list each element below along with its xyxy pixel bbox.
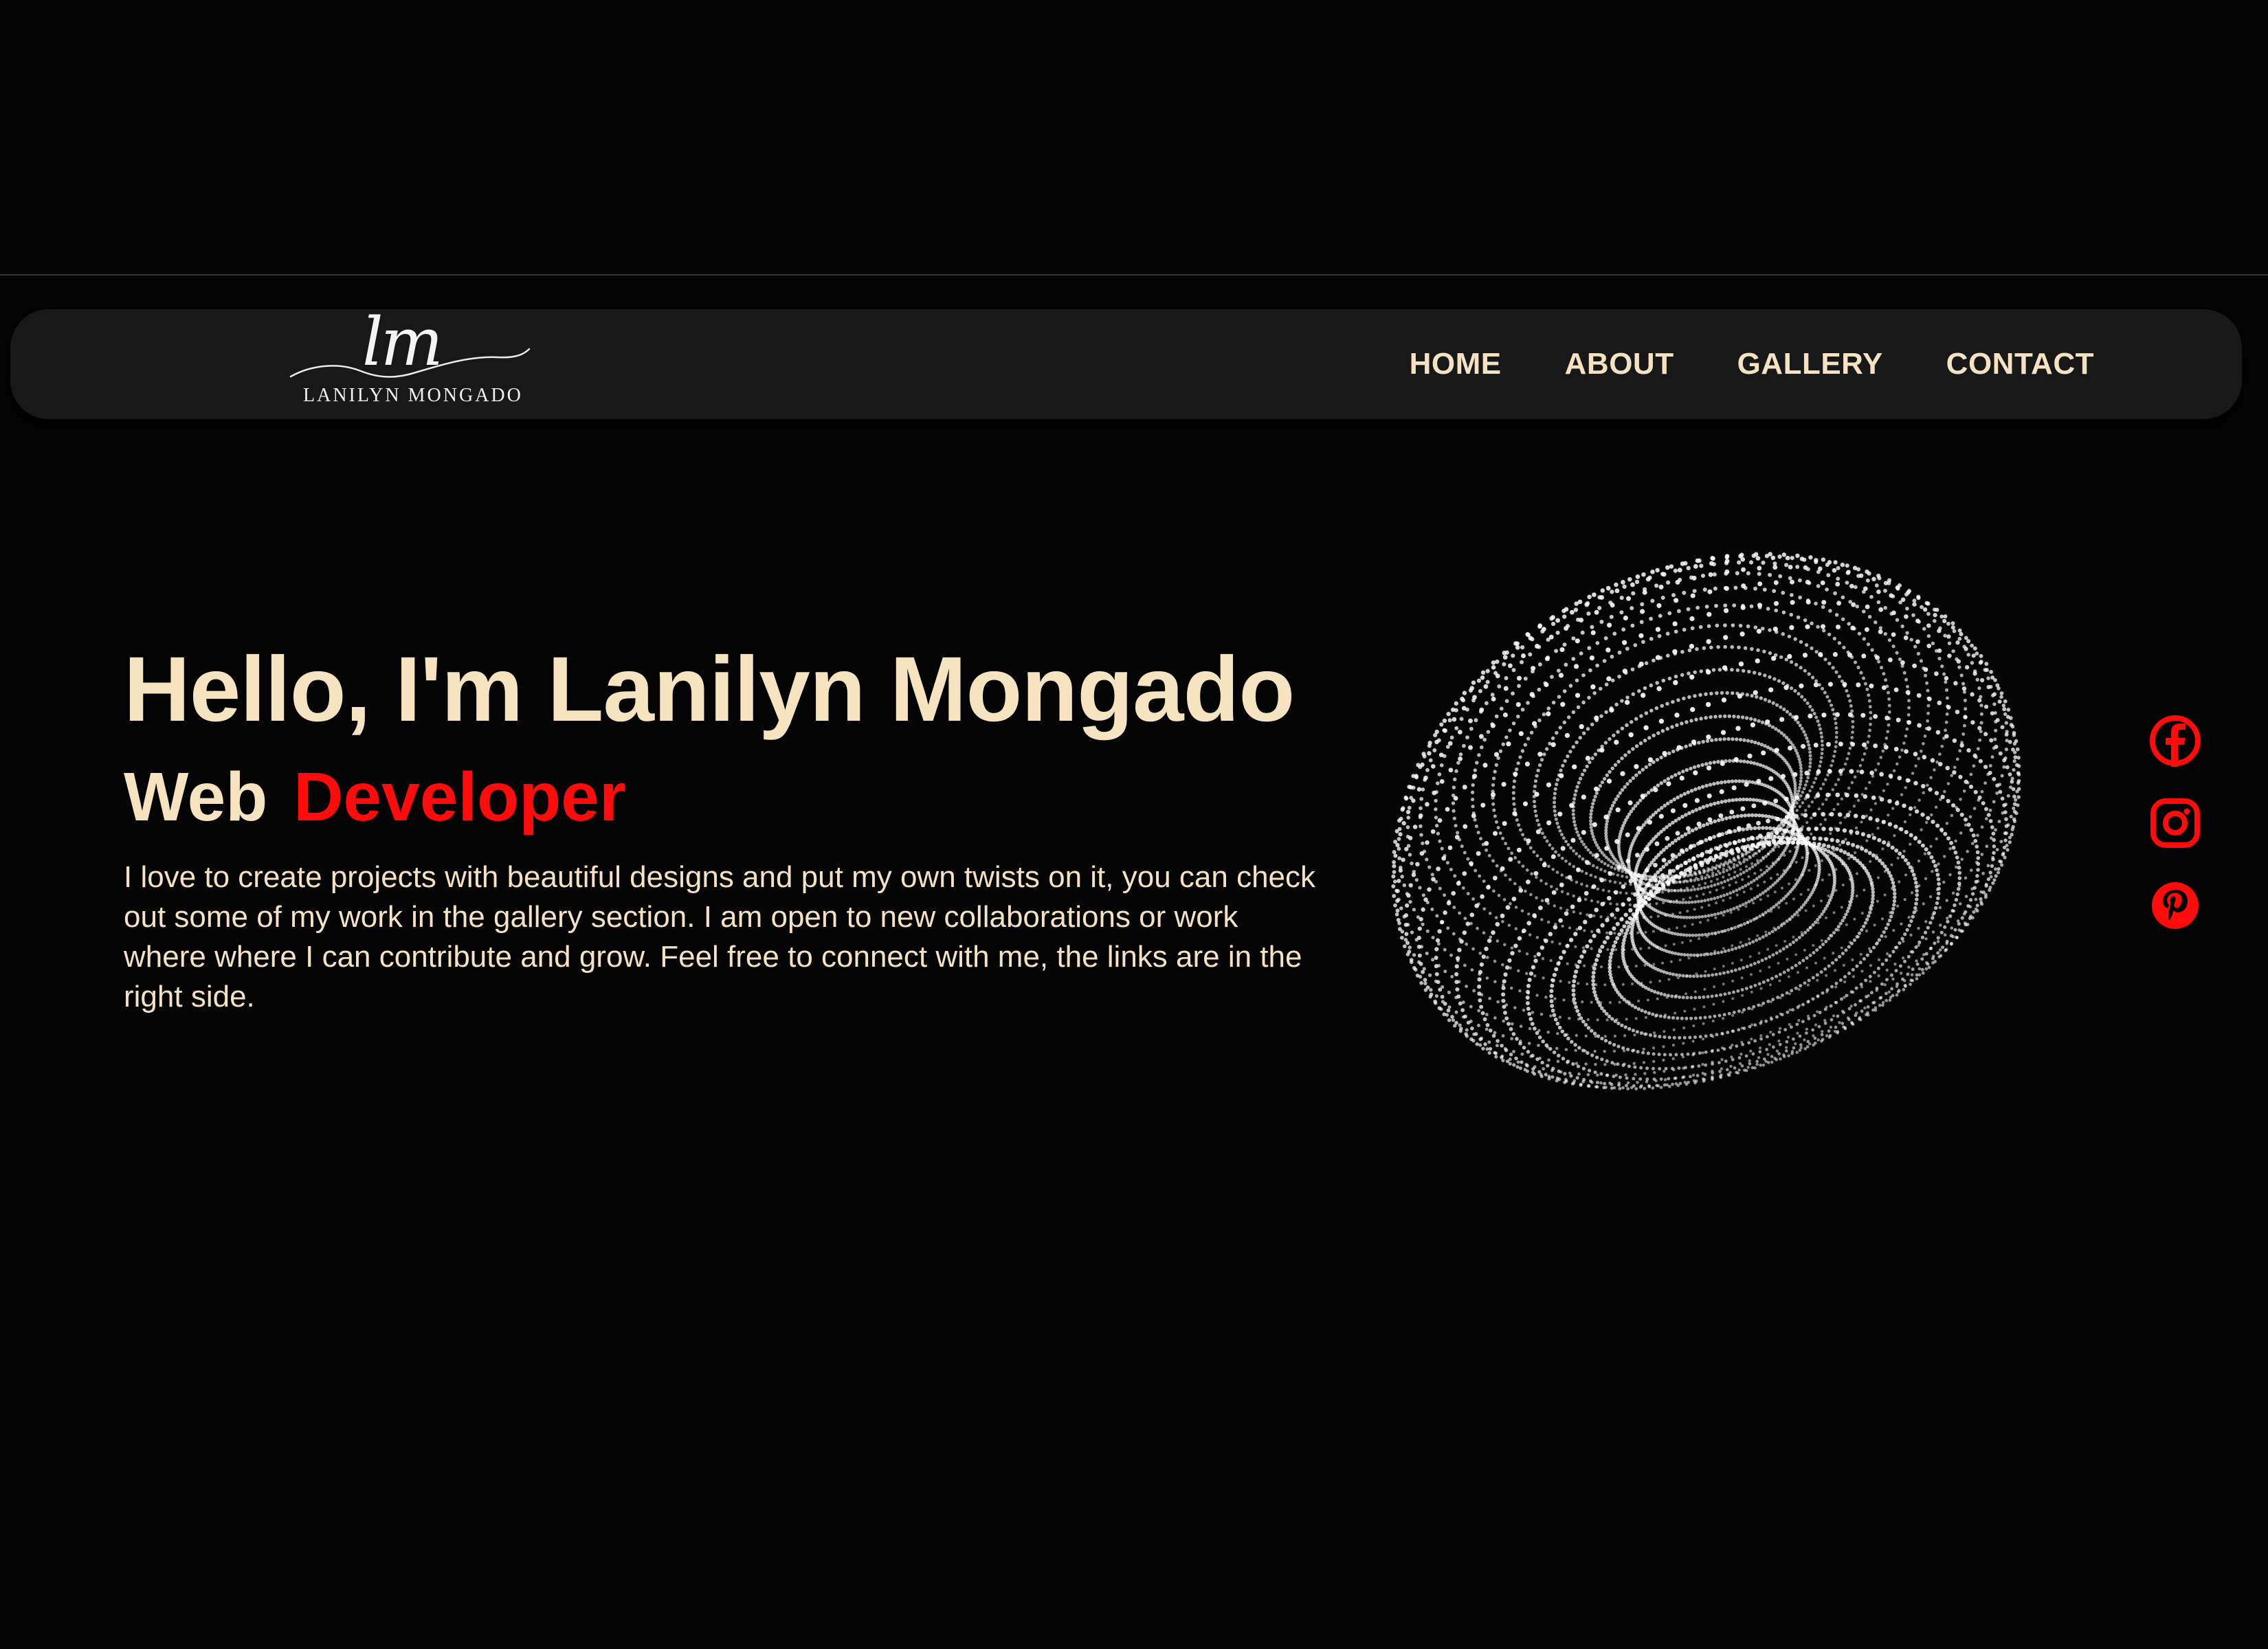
logo-name: LANILYN MONGADO <box>303 385 523 406</box>
logo-monogram: lm <box>362 304 443 381</box>
subtitle-static-text: Web <box>124 759 268 835</box>
subtitle-role-text: Developer <box>293 759 626 835</box>
instagram-icon[interactable] <box>2149 797 2201 849</box>
social-links <box>2149 715 2204 932</box>
pinterest-icon[interactable] <box>2149 879 2201 932</box>
dotted-torus-illustration <box>1391 552 2021 1090</box>
hero-description: I love to create projects with beautiful… <box>124 860 1316 1013</box>
top-divider <box>0 274 2268 276</box>
nav-contact-link[interactable]: CONTACT <box>1946 347 2094 381</box>
hero-title: Hello, I'm Lanilyn Mongado <box>124 638 1295 741</box>
nav-menu: HOME ABOUT GALLERY CONTACT <box>1410 309 2094 419</box>
nav-about-link[interactable]: ABOUT <box>1565 347 1674 381</box>
navbar: lm LANILYN MONGADO HOME ABOUT GALLERY CO… <box>10 309 2242 419</box>
hero-subtitle: Web Developer <box>124 759 626 835</box>
portfolio-page: lm LANILYN MONGADO HOME ABOUT GALLERY CO… <box>0 0 2268 1649</box>
logo[interactable]: lm LANILYN MONGADO <box>285 309 533 418</box>
nav-home-link[interactable]: HOME <box>1410 347 1502 381</box>
nav-gallery-link[interactable]: GALLERY <box>1737 347 1883 381</box>
facebook-icon[interactable] <box>2149 715 2201 767</box>
